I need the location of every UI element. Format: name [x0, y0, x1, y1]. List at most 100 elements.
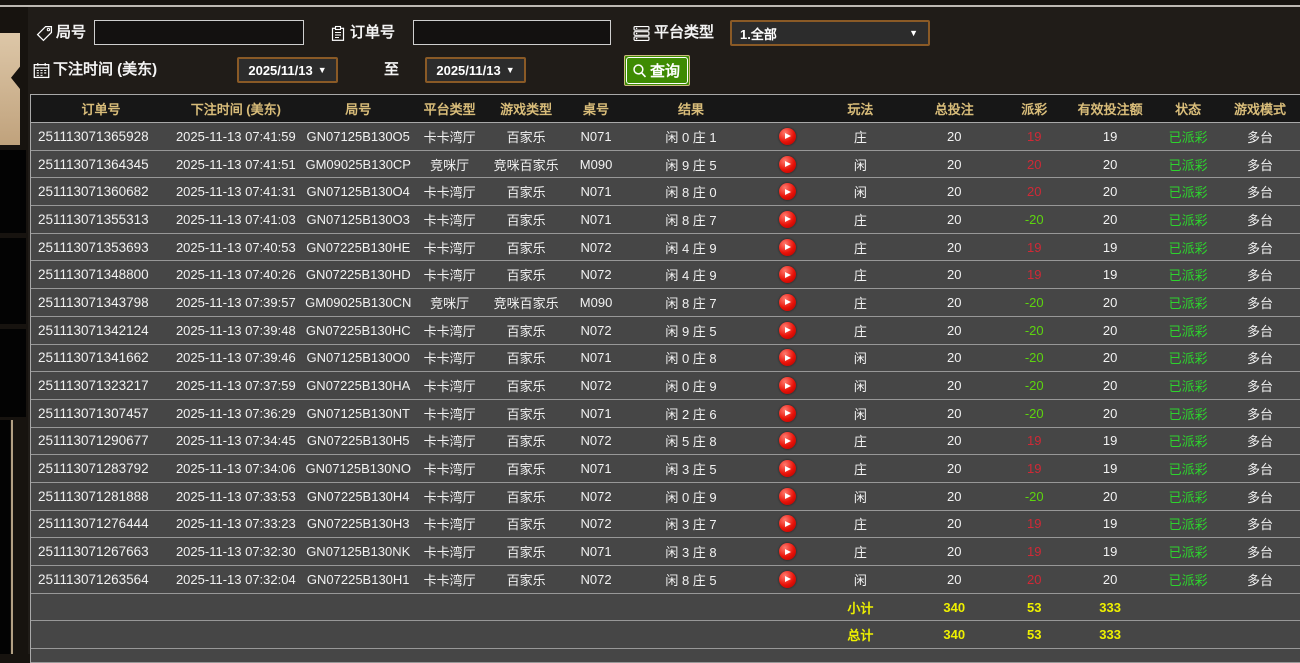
- platform-type: 卡卡湾厅: [423, 268, 476, 284]
- order-no: 251113071323217: [38, 378, 149, 394]
- bet-time: 2025-11-13 07:41:51: [175, 156, 296, 172]
- valid-bet: 20: [1102, 378, 1118, 394]
- status: 已派彩: [1168, 517, 1208, 533]
- game-type: 百家乐: [506, 379, 546, 395]
- replay-play-icon[interactable]: [778, 487, 796, 505]
- platform-type-select[interactable]: 1.全部 ▼: [730, 20, 930, 46]
- table-row: 251113071323217 2025-11-13 07:37:59 GN0722…: [31, 372, 1300, 400]
- round-no: GN07125B130O4: [306, 184, 410, 200]
- header-game-mode: 游戏模式: [1234, 102, 1287, 117]
- payout: 19: [1026, 433, 1042, 449]
- table-row: 251113071290677 2025-11-13 07:34:45 GN0722…: [31, 427, 1300, 456]
- bet-time: 2025-11-13 07:41:31: [175, 184, 296, 200]
- result: 闲 3 庄 5: [665, 462, 717, 478]
- order-no-input[interactable]: [413, 20, 611, 45]
- bet-time: 2025-11-13 07:32:30: [175, 544, 296, 560]
- replay-play-icon[interactable]: [778, 460, 796, 478]
- bet-time: 2025-11-13 07:33:23: [175, 516, 296, 532]
- replay-play-icon[interactable]: [778, 543, 796, 561]
- subtotal-replay: [758, 594, 816, 621]
- date-from-picker[interactable]: 2025/11/13 ▼: [237, 57, 338, 83]
- replay-play-icon[interactable]: [778, 293, 796, 311]
- order-no: 251113071364345: [38, 156, 149, 172]
- table-row: 251113071263564 2025-11-13 07:32:04 GN0722…: [31, 566, 1300, 594]
- round-no: GN07125B130NO: [305, 461, 411, 477]
- replay-play-icon[interactable]: [778, 570, 796, 588]
- calendar-icon: [33, 57, 51, 83]
- order-no: 251113071267663: [38, 544, 149, 560]
- replay-play-icon[interactable]: [778, 183, 796, 201]
- total-bet: 20: [947, 128, 962, 144]
- table-no: N072: [580, 433, 612, 449]
- status: 已派彩: [1168, 351, 1208, 367]
- left-edge-block: [0, 150, 26, 233]
- table-row: 251113071283792 2025-11-13 07:34:06 GN0712…: [31, 455, 1300, 483]
- grand-total-row: 总计 340 53 333: [31, 621, 1300, 650]
- play-method: 闲: [853, 406, 867, 422]
- replay: [758, 538, 816, 565]
- replay-play-icon[interactable]: [778, 349, 796, 367]
- payout: -20: [1024, 211, 1044, 227]
- game-type: 百家乐: [506, 268, 546, 284]
- game-type: 竞咪百家乐: [493, 295, 559, 311]
- order-no: 251113071263564: [38, 571, 149, 587]
- status: 已派彩: [1168, 462, 1208, 478]
- total-bet: 20: [947, 461, 962, 477]
- round-no: GN07225B130HD: [305, 267, 411, 283]
- left-edge-block: [0, 420, 10, 654]
- replay-play-icon[interactable]: [778, 321, 796, 339]
- platform-type: 竞咪厅: [430, 157, 470, 173]
- game-type: 百家乐: [506, 212, 546, 228]
- replay-play-icon[interactable]: [778, 210, 796, 228]
- replay-play-icon[interactable]: [778, 238, 796, 256]
- replay-play-icon[interactable]: [778, 404, 796, 422]
- replay-play-icon[interactable]: [778, 515, 796, 533]
- total-bet: 20: [947, 156, 962, 172]
- result: 闲 9 庄 5: [665, 323, 717, 339]
- replay-play-icon[interactable]: [778, 377, 796, 395]
- status: 已派彩: [1168, 295, 1208, 311]
- platform-type: 卡卡湾厅: [423, 379, 476, 395]
- replay-play-icon[interactable]: [778, 155, 796, 173]
- total-table-no: [569, 621, 624, 648]
- search-button[interactable]: 查询: [624, 55, 691, 86]
- table-no: M090: [579, 294, 613, 310]
- round-no-input[interactable]: [94, 20, 304, 45]
- order-no: 251113071342124: [38, 322, 149, 338]
- left-edge-block: [0, 329, 26, 417]
- valid-bet: 19: [1102, 239, 1118, 255]
- chevron-down-icon: ▼: [505, 65, 515, 75]
- order-no: 251113071281888: [38, 488, 149, 504]
- subtotal-total-bet: 340: [943, 599, 966, 615]
- date-to-picker[interactable]: 2025/11/13 ▼: [425, 57, 526, 83]
- game-type: 百家乐: [506, 489, 546, 505]
- table-no: N071: [580, 128, 612, 144]
- order-no: 251113071307457: [38, 405, 149, 421]
- total-replay: [758, 621, 816, 648]
- round-no: GN07225B130H3: [306, 516, 410, 532]
- table-row: 251113071353693 2025-11-13 07:40:53 GN0722…: [31, 233, 1300, 262]
- header-game-type: 游戏类型: [500, 102, 553, 117]
- status: 已派彩: [1168, 572, 1208, 588]
- replay-play-icon[interactable]: [778, 266, 796, 284]
- total-game-mode: [1220, 621, 1300, 648]
- payout: 20: [1026, 156, 1042, 172]
- play-triangle-icon: [785, 299, 792, 306]
- game-mode: 多台: [1247, 517, 1274, 533]
- total-bet: 20: [947, 405, 962, 421]
- replay-play-icon[interactable]: [778, 127, 796, 145]
- replay: [758, 428, 816, 455]
- result: 闲 4 庄 9: [665, 268, 717, 284]
- status: 已派彩: [1168, 489, 1208, 505]
- replay-play-icon[interactable]: [778, 432, 796, 450]
- subtotal-game-type: [484, 594, 569, 621]
- order-no: 251113071283792: [38, 461, 149, 477]
- platform-type: 卡卡湾厅: [423, 545, 476, 561]
- play-method: 庄: [853, 295, 867, 311]
- round-no: GN07225B130HA: [306, 378, 411, 394]
- table-row: 251113071343798 2025-11-13 07:39:57 GM0902…: [31, 289, 1300, 317]
- round-no: GN07225B130H5: [306, 433, 410, 449]
- total-bet: 20: [947, 488, 962, 504]
- game-mode: 多台: [1247, 462, 1274, 478]
- table-no: N071: [580, 211, 612, 227]
